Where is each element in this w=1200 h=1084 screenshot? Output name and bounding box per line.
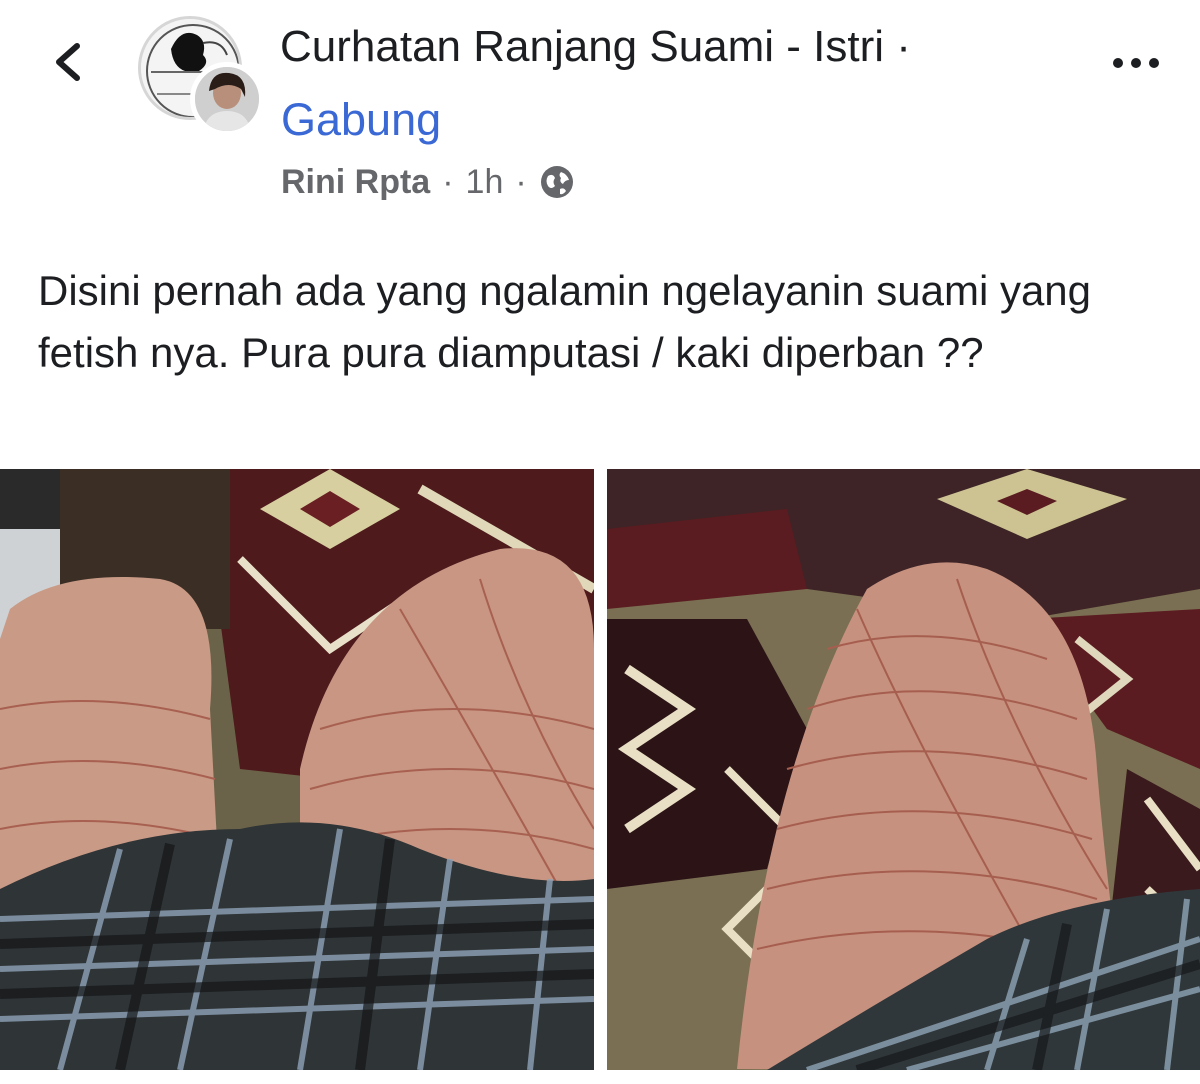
back-button[interactable] [40, 36, 96, 92]
chevron-left-icon [51, 40, 85, 89]
avatar-group[interactable] [138, 16, 264, 136]
post-meta: Rini Rpta · 1h · [281, 160, 575, 204]
post-photo-1[interactable] [0, 469, 594, 1070]
globe-icon [539, 164, 575, 200]
post-photo-2[interactable] [607, 469, 1200, 1070]
author-name[interactable]: Rini Rpta [281, 163, 430, 202]
avatar[interactable] [190, 62, 264, 136]
meta-separator: · [515, 162, 527, 201]
post-time[interactable]: 1h [466, 163, 504, 202]
post-text: Disini pernah ada yang ngalamin ngelayan… [38, 267, 1092, 376]
join-link[interactable]: Gabung [281, 94, 441, 146]
post-page: Curhatan Ranjang Suami - Istri · Gabung … [0, 0, 1200, 1084]
more-horizontal-icon [1111, 56, 1161, 74]
group-name[interactable]: Curhatan Ranjang Suami - Istri · [280, 22, 1040, 72]
more-button[interactable] [1106, 40, 1166, 90]
meta-separator: · [442, 162, 454, 201]
